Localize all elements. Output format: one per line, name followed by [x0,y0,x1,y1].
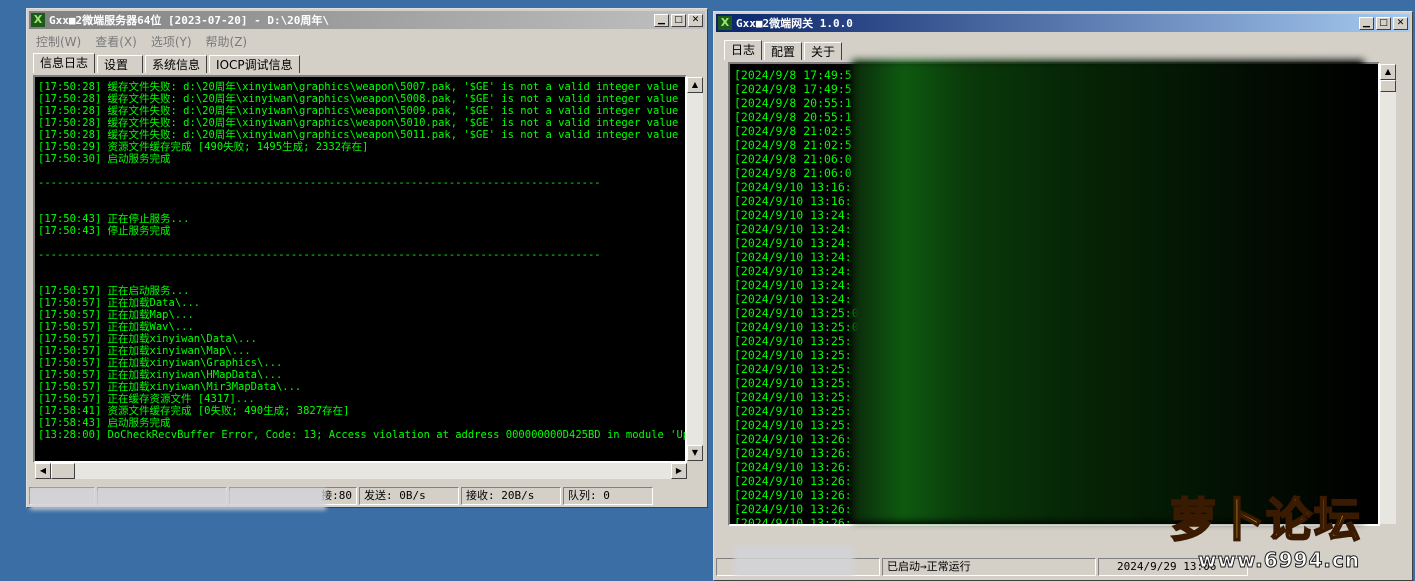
log-line: [17:50:57] 正在加载Data\... [38,297,201,309]
tab-info-log[interactable]: 信息日志 [33,53,96,73]
log-line: [17:58:43] 启动服务完成 [38,417,171,429]
menu-view[interactable]: 查看(X) [88,31,144,49]
status-running: 已启动→正常运行 [882,558,1096,576]
scroll-up-button[interactable]: ▲ [687,77,703,93]
log-line: [17:50:57] 正在加载Wav\... [38,321,194,333]
log-line: [17:50:43] 正在停止服务... [38,213,190,225]
server-titlebar[interactable]: X Gxx■2微端服务器64位 [2023-07-20] - D:\20周年\ … [29,11,705,29]
gateway-vscrollbar[interactable]: ▲ [1380,64,1396,524]
log-line: [17:50:28] 缓存文件失败: d:\20周年\xinyiwan\grap… [38,129,679,141]
log-line: ----------------------------------------… [38,177,601,189]
tab-settings[interactable]: 设置 [97,55,144,73]
watermark-url: www.6994.cn [1197,548,1361,573]
scroll-thumb[interactable] [1380,80,1396,92]
status-send: 发送: 0B/s [359,487,459,505]
log-line: [17:50:28] 缓存文件失败: d:\20周年\xinyiwan\grap… [38,81,679,93]
log-line: [17:50:57] 正在加载xinyiwan\Data\... [38,333,258,345]
gateway-window-title: Gxx■2微端网关 1.0.0 [736,17,853,30]
server-tabs: 信息日志 设置 系统信息 IOCP调试信息 [33,53,302,73]
gateway-titlebar[interactable]: X Gxx■2微端网关 1.0.0 ▁ □ ✕ [716,14,1410,32]
app-icon: X [718,16,732,30]
log-line: ----------------------------------------… [38,249,601,261]
log-line: [17:50:43] 停止服务完成 [38,225,171,237]
tab-iocp-debug[interactable]: IOCP调试信息 [209,55,300,73]
scroll-left-button[interactable]: ◀ [35,463,51,479]
server-window-title: Gxx■2微端服务器64位 [2023-07-20] - D:\20周年\ [49,14,330,27]
log-line: [17:50:57] 正在加载xinyiwan\HMapData\... [38,369,283,381]
scroll-down-button[interactable]: ▼ [687,445,703,461]
status-queue: 队列: 0 [563,487,653,505]
scroll-right-button[interactable]: ▶ [671,463,687,479]
log-line: [17:50:30] 启动服务完成 [38,153,171,165]
scroll-up-button[interactable]: ▲ [1380,64,1396,80]
log-line: [17:50:57] 正在启动服务... [38,285,190,297]
tab-config[interactable]: 配置 [764,42,803,60]
redacted-area-gateway-status [734,546,854,576]
tab-log[interactable]: 日志 [724,40,763,60]
maximize-button[interactable]: □ [1376,16,1391,30]
log-line: [17:50:57] 正在加载xinyiwan\Map\... [38,345,251,357]
server-vscrollbar[interactable]: ▲ ▼ [687,77,703,461]
tab-about[interactable]: 关于 [804,42,843,60]
status-recv: 接收: 20B/s [461,487,561,505]
log-line: [17:50:28] 缓存文件失败: d:\20周年\xinyiwan\grap… [38,117,679,129]
log-line: [13:28:00] DoCheckRecvBuffer Error, Code… [38,429,685,441]
minimize-button[interactable]: ▁ [1359,16,1374,30]
minimize-button[interactable]: ▁ [654,13,669,27]
app-icon: X [31,13,45,27]
log-line: [17:50:28] 缓存文件失败: d:\20周年\xinyiwan\grap… [38,105,679,117]
redacted-area-gateway [852,60,1364,522]
server-hscrollbar[interactable]: ◀ ▶ [35,463,687,479]
log-line: [17:50:29] 资源文件缓存完成 [490失败; 1495生成; 2332… [38,141,369,153]
server-log-lines: [17:50:28] 缓存文件失败: d:\20周年\xinyiwan\grap… [38,81,685,441]
close-button[interactable]: ✕ [1393,16,1408,30]
log-line: [17:50:28] 缓存文件失败: d:\20周年\xinyiwan\grap… [38,93,679,105]
log-line: [17:50:57] 正在加载xinyiwan\Graphics\... [38,357,283,369]
server-window: X Gxx■2微端服务器64位 [2023-07-20] - D:\20周年\ … [26,8,708,508]
log-line: [17:50:57] 正在加载Map\... [38,309,194,321]
maximize-button[interactable]: □ [671,13,686,27]
menu-help[interactable]: 帮助(Z) [199,31,255,49]
site-watermark: 萝卜论坛 www.6994.cn [1168,484,1408,574]
server-log-view[interactable]: [17:50:28] 缓存文件失败: d:\20周年\xinyiwan\grap… [33,75,687,463]
watermark-brand: 萝卜论坛 [1169,492,1362,548]
scroll-thumb[interactable] [51,463,75,479]
log-line: [17:58:41] 资源文件缓存完成 [0失败; 490生成; 3827存在] [38,405,350,417]
menu-options[interactable]: 选项(Y) [144,31,199,49]
log-line: [17:50:57] 正在加载xinyiwan\Mir3MapData\... [38,381,302,393]
menu-control[interactable]: 控制(W) [29,31,88,49]
tab-system-info[interactable]: 系统信息 [145,55,208,73]
redacted-area-server [30,488,326,510]
server-menubar: 控制(W) 查看(X) 选项(Y) 帮助(Z) [29,31,254,49]
log-line: [17:50:57] 正在缓存资源文件 [4317]... [38,393,255,405]
close-button[interactable]: ✕ [688,13,703,27]
gateway-tabs: 日志 配置 关于 [724,40,844,60]
